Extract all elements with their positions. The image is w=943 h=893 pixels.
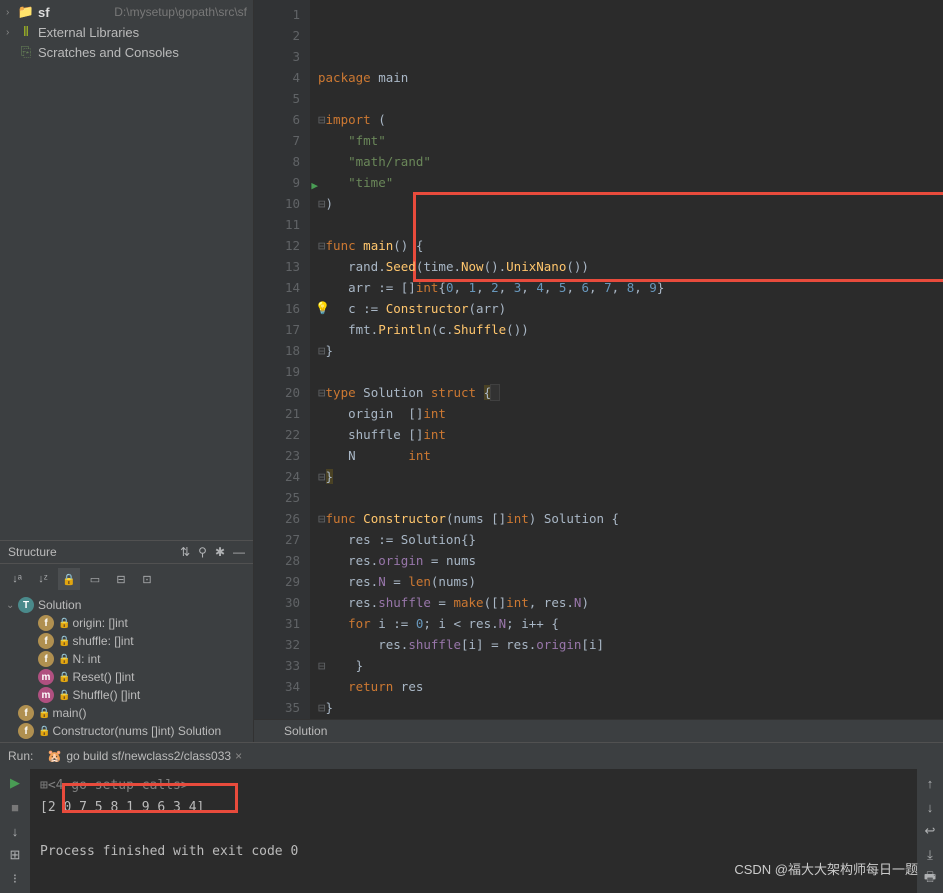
external-libraries[interactable]: › ⫴ External Libraries bbox=[0, 22, 253, 42]
structure-item[interactable]: f🔒main() bbox=[0, 704, 253, 722]
filter-icon[interactable]: ⚲ bbox=[198, 545, 207, 559]
stop-icon[interactable]: ■ bbox=[4, 797, 26, 817]
run-toolbar: ▶ ■ ↓ ⊞ ⁝ bbox=[0, 769, 30, 893]
collapse-icon[interactable]: ⊟ bbox=[110, 568, 132, 590]
run-tab[interactable]: 🐹 go build sf/newclass2/class033 × bbox=[41, 747, 248, 765]
layout-icon[interactable]: ⊞ bbox=[4, 845, 26, 865]
code-content[interactable]: package main ⊟import ( "fmt" "math/rand"… bbox=[310, 0, 943, 719]
gutter: 123456789▶1011121314💡1617181920212223242… bbox=[254, 0, 310, 719]
close-icon[interactable]: × bbox=[235, 749, 242, 763]
libs-label: External Libraries bbox=[38, 25, 247, 40]
settings-icon[interactable]: ✱ bbox=[215, 545, 225, 559]
structure-title: Structure bbox=[8, 545, 57, 559]
go-icon: 🐹 bbox=[47, 749, 62, 763]
editor: 123456789▶1011121314💡1617181920212223242… bbox=[254, 0, 943, 742]
code-area[interactable]: 123456789▶1011121314💡1617181920212223242… bbox=[254, 0, 943, 719]
chevron-right-icon[interactable]: › bbox=[6, 7, 18, 18]
run-tab-label: go build sf/newclass2/class033 bbox=[66, 749, 231, 763]
up-icon[interactable]: ↑ bbox=[919, 773, 941, 793]
structure-item[interactable]: f🔒N: int bbox=[0, 650, 253, 668]
sort-icon[interactable]: ⇅ bbox=[180, 545, 190, 559]
breadcrumb-bar[interactable]: Solution bbox=[254, 719, 943, 742]
run-toolbar-right: ↑ ↓ ↩ ⤓ 🖶 bbox=[917, 769, 943, 893]
more-icon[interactable]: ⁝ bbox=[4, 869, 26, 889]
project-root[interactable]: › 📁 sf D:\mysetup\gopath\src\sf bbox=[0, 2, 253, 22]
structure-toolbar: ↓ᵃ ↓ᶻ 🔒 ▭ ⊟ ⊡ bbox=[0, 564, 253, 594]
left-panel: › 📁 sf D:\mysetup\gopath\src\sf › ⫴ Exte… bbox=[0, 0, 254, 742]
structure-item[interactable]: m🔒Shuffle() []int bbox=[0, 686, 253, 704]
expand-icon[interactable]: ▭ bbox=[84, 568, 106, 590]
structure-item[interactable]: ⌄TSolution bbox=[0, 596, 253, 614]
scratches-icon: ⎘ bbox=[18, 44, 34, 60]
run-label: Run: bbox=[8, 749, 33, 763]
wrap-icon[interactable]: ↩ bbox=[919, 821, 941, 841]
lock-icon[interactable]: 🔒 bbox=[58, 568, 80, 590]
project-root-label: sf bbox=[38, 5, 110, 20]
run-header: Run: 🐹 go build sf/newclass2/class033 × bbox=[0, 743, 943, 769]
structure-tree: ⌄TSolutionf🔒origin: []intf🔒shuffle: []in… bbox=[0, 594, 253, 742]
watermark: CSDN @福大大架构师每日一题 bbox=[734, 859, 918, 878]
library-icon: ⫴ bbox=[18, 24, 34, 40]
down-icon[interactable]: ↓ bbox=[4, 821, 26, 841]
structure-item[interactable]: f🔒Constructor(nums []int) Solution bbox=[0, 722, 253, 740]
folder-icon: 📁 bbox=[18, 4, 34, 20]
scratches-label: Scratches and Consoles bbox=[38, 45, 247, 60]
breadcrumb-item[interactable]: Solution bbox=[284, 724, 327, 738]
scroll-icon[interactable]: ⤓ bbox=[919, 845, 941, 865]
scratches-consoles[interactable]: ⎘ Scratches and Consoles bbox=[0, 42, 253, 62]
play-icon[interactable]: ▶ bbox=[4, 773, 26, 793]
structure-header: Structure ⇅ ⚲ ✱ — bbox=[0, 540, 253, 564]
structure-item[interactable]: m🔒Reset() []int bbox=[0, 668, 253, 686]
structure-item[interactable]: f🔒shuffle: []int bbox=[0, 632, 253, 650]
print-icon[interactable]: 🖶 bbox=[919, 869, 941, 889]
sort-az-icon[interactable]: ↓ᵃ bbox=[6, 568, 28, 590]
view-icon[interactable]: ⊡ bbox=[136, 568, 158, 590]
sort-za-icon[interactable]: ↓ᶻ bbox=[32, 568, 54, 590]
down-icon[interactable]: ↓ bbox=[919, 797, 941, 817]
chevron-right-icon[interactable]: › bbox=[6, 27, 18, 38]
structure-item[interactable]: f🔒origin: []int bbox=[0, 614, 253, 632]
project-tree: › 📁 sf D:\mysetup\gopath\src\sf › ⫴ Exte… bbox=[0, 0, 253, 64]
project-root-path: D:\mysetup\gopath\src\sf bbox=[114, 5, 247, 19]
minimize-icon[interactable]: — bbox=[233, 545, 245, 559]
